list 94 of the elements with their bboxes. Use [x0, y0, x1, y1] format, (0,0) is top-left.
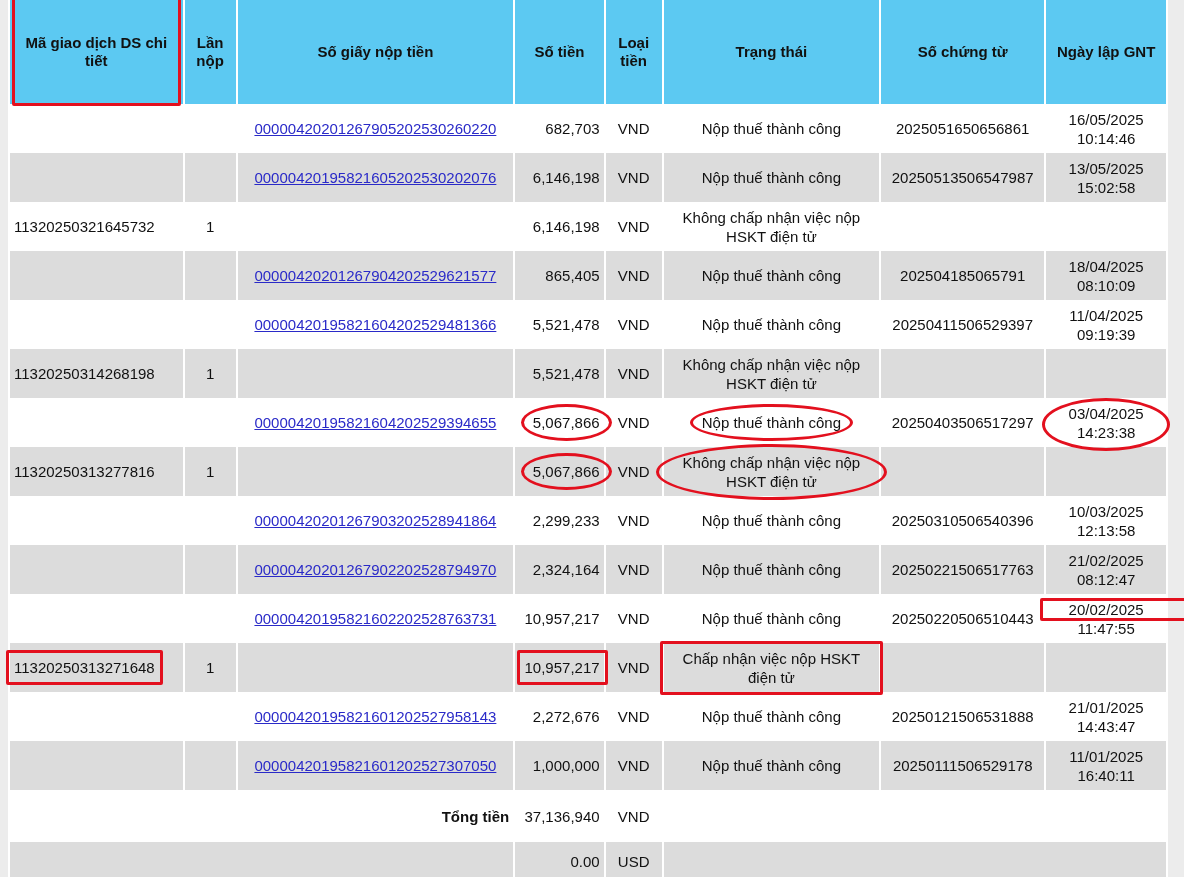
- document-link[interactable]: 00000420195821604202529481366: [254, 316, 497, 333]
- cell-text: VND: [617, 315, 650, 334]
- cell-text: Không chấp nhận việc nộp HSKT điện tử: [681, 354, 862, 393]
- cell-text: 2,299,233: [532, 511, 600, 530]
- total-label: Tổng tiền: [441, 807, 510, 825]
- cell-text: 09:19:39: [1075, 324, 1137, 344]
- cell-text: VND: [617, 119, 650, 138]
- cell-text: 2,324,164: [532, 560, 600, 579]
- cell-text: 682,703: [545, 119, 600, 138]
- cell-text: 1: [205, 217, 215, 236]
- cell-text: VND: [617, 266, 650, 285]
- cell-text: 16:40:11: [1076, 765, 1136, 785]
- cell-text: VND: [617, 217, 650, 236]
- cell-text: 1,000,000: [532, 756, 600, 775]
- document-link[interactable]: 00000420201267905202530260220: [254, 120, 497, 137]
- cell-text: 2025051650656861: [895, 119, 1030, 138]
- column-header: Loại tiền: [617, 34, 651, 70]
- cell-text: Nộp thuế thành công: [701, 119, 842, 138]
- cell-text: 6,146,198: [532, 168, 600, 187]
- cell-text: 11320250313271648: [14, 658, 155, 677]
- cell-text: 10/03/2025: [1067, 501, 1145, 521]
- cell-text: 08:10:09: [1075, 275, 1137, 295]
- cell-text: VND: [617, 609, 650, 628]
- cell-text: 20250310506540396: [891, 511, 1034, 530]
- cell-text: 12:13:58: [1075, 520, 1137, 540]
- cell-text: Nộp thuế thành công: [701, 560, 842, 579]
- cell-text: 37,136,940: [524, 806, 600, 826]
- column-header: Số giấy nộp tiền: [317, 43, 434, 61]
- cell-text: USD: [617, 851, 650, 871]
- cell-text: 1: [205, 658, 215, 677]
- cell-text: 5,521,478: [532, 364, 600, 383]
- cell-text: 20250221506517763: [891, 560, 1034, 579]
- cell-text: 11320250314268198: [14, 364, 155, 383]
- cell-text: 11/01/2025: [1068, 746, 1145, 766]
- cell-text: Nộp thuế thành công: [701, 413, 842, 432]
- cell-text: 11:47:55: [1076, 618, 1136, 638]
- cell-text: Nộp thuế thành công: [701, 315, 842, 334]
- document-link[interactable]: 00000420195821604202529394655: [254, 414, 497, 431]
- cell-text: VND: [617, 560, 650, 579]
- cell-text: Nộp thuế thành công: [701, 266, 842, 285]
- cell-text: 6,146,198: [532, 217, 600, 236]
- document-link[interactable]: 00000420195821601202527958143: [254, 708, 497, 725]
- cell-text: 08:12:47: [1075, 569, 1137, 589]
- cell-text: 2,272,676: [532, 707, 600, 726]
- cell-text: Không chấp nhận việc nộp HSKT điện tử: [681, 207, 862, 246]
- cell-text: 18/04/2025: [1067, 256, 1145, 276]
- cell-text: 21/02/2025: [1067, 550, 1145, 570]
- cell-text: 20250220506510443: [891, 609, 1034, 628]
- cell-text: Nộp thuế thành công: [701, 707, 842, 726]
- cell-text: Chấp nhận việc nộp HSKT điện tử: [667, 648, 876, 687]
- cell-text: 10,957,217: [524, 658, 600, 677]
- cell-text: VND: [617, 462, 650, 481]
- cell-text: VND: [617, 756, 650, 775]
- cell-text: 1: [205, 462, 215, 481]
- column-header: Ngày lập GNT: [1056, 43, 1156, 61]
- cell-text: 20250513506547987: [891, 168, 1034, 187]
- cell-text: 11320250313277816: [14, 462, 155, 481]
- cell-text: 20250111506529178: [892, 756, 1033, 775]
- cell-text: 20250411506529397: [892, 315, 1034, 334]
- cell-text: Nộp thuế thành công: [701, 168, 842, 187]
- cell-text: 11320250321645732: [14, 217, 155, 236]
- cell-text: VND: [617, 364, 650, 383]
- column-header: Số chứng từ: [917, 43, 1008, 61]
- cell-text: 11/04/2025: [1068, 305, 1145, 325]
- cell-text: 16/05/2025: [1067, 109, 1145, 129]
- cell-text: 15:02:58: [1075, 177, 1137, 197]
- cell-text: Nộp thuế thành công: [701, 609, 842, 628]
- cell-text: 13/05/2025: [1067, 158, 1145, 178]
- cell-text: 20250403506517297: [891, 413, 1034, 432]
- cell-text: 20/02/2025: [1050, 599, 1162, 619]
- cell-text: 20250121506531888: [891, 707, 1034, 726]
- cell-text: 0.00: [570, 851, 600, 871]
- cell-text: VND: [617, 707, 650, 726]
- cell-text: Nộp thuế thành công: [701, 756, 842, 775]
- cell-text: 14:43:47: [1075, 716, 1137, 736]
- cell-text: Nộp thuế thành công: [701, 511, 842, 530]
- cell-text: 10,957,217: [524, 609, 600, 628]
- cell-text: 1: [205, 364, 215, 383]
- cell-text: VND: [617, 168, 650, 187]
- column-header: Trạng thái: [735, 43, 808, 61]
- cell-text: 865,405: [545, 266, 600, 285]
- document-link[interactable]: 00000420201267903202528941864: [254, 512, 497, 529]
- cell-text: 5,521,478: [532, 315, 600, 334]
- cell-text: VND: [617, 658, 650, 677]
- column-header: Lần nộp: [195, 34, 225, 70]
- cell-text: 202504185065791: [900, 266, 1026, 285]
- column-header: Số tiền: [534, 43, 585, 61]
- cell-text: VND: [617, 806, 650, 826]
- cell-text: 10:14:46: [1075, 128, 1137, 148]
- cell-text: 14:23:38: [1075, 422, 1137, 442]
- cell-text: VND: [617, 413, 650, 432]
- document-link[interactable]: 00000420195821602202528763731: [254, 610, 497, 627]
- cell-text: VND: [617, 511, 650, 530]
- cell-text: 21/01/2025: [1067, 697, 1145, 717]
